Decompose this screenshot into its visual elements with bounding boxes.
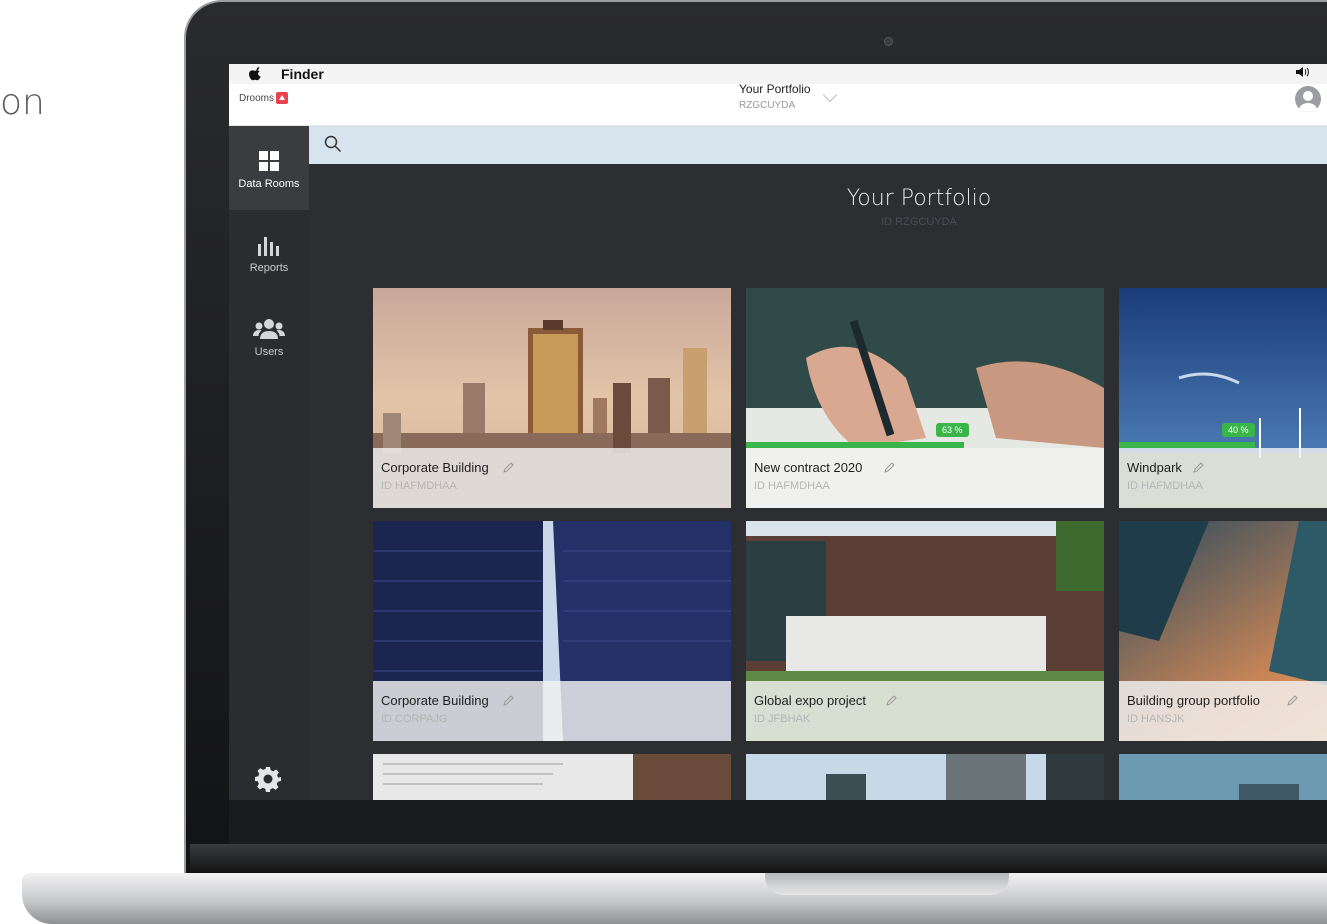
data-room-card[interactable]: 40 % Windpark ID HAFMDHAA — [1119, 288, 1327, 508]
card-title: Corporate Building — [381, 460, 489, 475]
app-screen: Finder Drooms Your Portfolio RZGCUYDA Da… — [229, 64, 1327, 800]
card-title: New contract 2020 — [754, 460, 863, 475]
card-id: ID HAFMDHAA — [1127, 480, 1203, 492]
portfolio-content: Your Portfolio ID RZGCUYDA Corporate Bui… — [309, 164, 1327, 800]
data-room-card[interactable] — [1119, 754, 1327, 800]
search-bar — [309, 126, 1327, 164]
progress-badge: 40 % — [1222, 423, 1255, 437]
sidebar: Data Rooms Reports Users — [229, 126, 309, 800]
card-id: ID JFBHAK — [754, 713, 811, 725]
sidebar-item-label: Users — [254, 346, 284, 358]
apple-icon[interactable] — [249, 67, 263, 81]
data-room-card[interactable]: Global expo project ID JFBHAK — [746, 521, 1104, 741]
card-info: Building group portfolio ID HANSJK — [1119, 681, 1327, 741]
sidebar-item-reports[interactable]: Reports — [229, 234, 309, 274]
webcam — [884, 37, 893, 46]
data-room-card[interactable] — [373, 754, 731, 800]
progress-badge: 63 % — [936, 423, 969, 437]
card-title: Building group portfolio — [1127, 693, 1260, 708]
data-room-card[interactable]: Building group portfolio ID HANSJK — [1119, 521, 1327, 741]
pencil-icon[interactable] — [1193, 461, 1205, 473]
sidebar-item-label: Data Rooms — [238, 178, 300, 190]
portfolio-name: Your Portfolio — [739, 82, 811, 96]
screen-bezel-bottom — [229, 800, 1327, 844]
laptop-base — [22, 873, 1327, 924]
portfolio-id: RZGCUYDA — [739, 100, 796, 111]
card-id: ID HANSJK — [1127, 713, 1185, 725]
laptop-opening-notch — [765, 873, 1009, 895]
data-room-card[interactable] — [746, 754, 1104, 800]
card-id: ID HAFMDHAA — [754, 480, 830, 492]
gear-icon[interactable] — [255, 766, 281, 792]
card-title: Global expo project — [754, 693, 867, 708]
pencil-icon[interactable] — [1287, 694, 1299, 706]
page-title: Your Portfolio — [846, 186, 992, 211]
chevron-down-icon[interactable] — [822, 87, 838, 103]
menu-app-name[interactable]: Finder — [281, 66, 324, 82]
laptop-hinge — [190, 844, 1327, 874]
card-info: New contract 2020 ID HAFMDHAA — [746, 448, 1104, 508]
volume-icon[interactable] — [1295, 66, 1309, 81]
card-title: Windpark — [1127, 460, 1182, 475]
sidebar-item-users[interactable]: Users — [229, 318, 309, 358]
page-subtitle: ID RZGCUYDA — [881, 216, 957, 228]
data-room-card[interactable]: 63 % New contract 2020 ID HAFMDHAA — [746, 288, 1104, 508]
pencil-icon[interactable] — [503, 694, 515, 706]
card-info: Global expo project ID JFBHAK — [746, 681, 1104, 741]
pencil-icon[interactable] — [886, 694, 898, 706]
pencil-icon[interactable] — [503, 461, 515, 473]
brand-logo-icon — [276, 92, 289, 104]
mac-menu-bar: Finder — [229, 64, 1327, 84]
grid-icon — [259, 151, 279, 171]
background-caption-text: on — [0, 82, 45, 123]
document-pen-image — [373, 754, 731, 800]
card-info: Windpark ID HAFMDHAA — [1119, 448, 1327, 508]
card-title: Corporate Building — [381, 693, 489, 708]
office-tower-image — [746, 754, 1104, 800]
sidebar-item-data-rooms[interactable]: Data Rooms — [229, 126, 309, 210]
brand-logo-text: Drooms — [239, 92, 275, 104]
data-room-card[interactable]: Corporate Building ID CORPAJG — [373, 521, 731, 741]
brand-logo[interactable]: Drooms — [239, 92, 289, 104]
users-icon — [253, 319, 285, 339]
portfolio-switcher[interactable]: Your Portfolio RZGCUYDA — [739, 82, 811, 111]
skyline-blue-image — [1119, 754, 1327, 800]
bar-chart-icon — [258, 237, 279, 256]
sidebar-item-label: Reports — [249, 262, 289, 274]
card-info: Corporate Building ID HAFMDHAA — [373, 448, 731, 508]
pencil-icon[interactable] — [884, 461, 896, 473]
app-header: Drooms Your Portfolio RZGCUYDA — [229, 82, 1327, 126]
data-room-card[interactable]: Corporate Building ID HAFMDHAA — [373, 288, 731, 508]
card-id: ID HAFMDHAA — [381, 480, 457, 492]
search-input[interactable] — [349, 132, 1249, 158]
card-info: Corporate Building ID CORPAJG — [373, 681, 731, 741]
user-avatar-icon[interactable] — [1295, 86, 1321, 112]
search-icon[interactable] — [324, 135, 342, 153]
card-id: ID CORPAJG — [381, 713, 448, 725]
